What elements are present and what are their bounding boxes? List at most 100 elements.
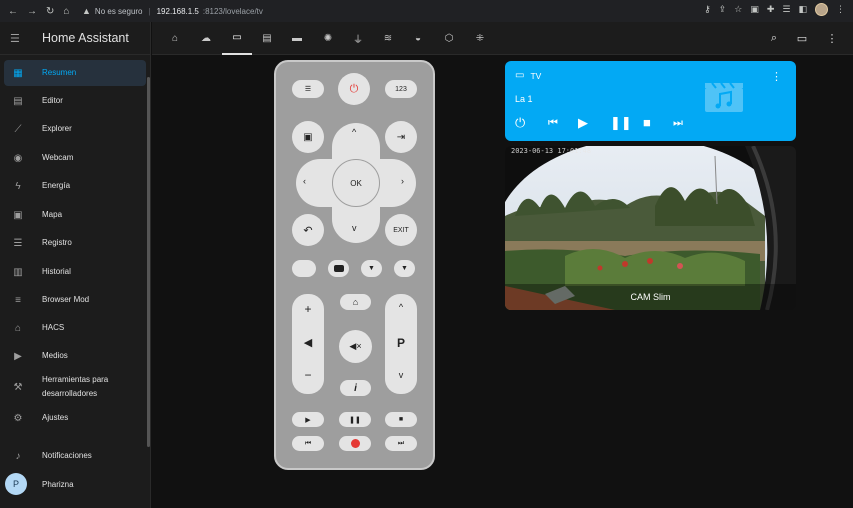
share-icon[interactable]: ⇪ [719,4,727,15]
translate-icon[interactable]: ▣ [750,4,759,15]
rewind-button[interactable]: ⏮ [292,436,324,451]
sidebar-item-browser-mod[interactable]: ≡ Browser Mod [4,287,146,313]
sidebar-item-ajustes[interactable]: ⚙ Ajustes [4,405,146,431]
sidebar-item-label: HACS [42,323,65,332]
tab-hexagon[interactable]: ⬡ [434,22,464,55]
tab-network[interactable]: ⁜ [465,22,495,55]
sidebar-item-explorer[interactable]: ⟋ Explorer [4,116,146,142]
forward-button[interactable]: ⏭ [385,436,417,451]
channel-up[interactable]: ^ [385,302,417,312]
mute-button[interactable]: ◀× [339,330,372,363]
power-button[interactable]: ⏻ [338,73,370,105]
tab-receiver[interactable]: ▬ [282,22,312,55]
sidebar-item-label: Historial [42,267,71,276]
media-header: ▭ TV [515,70,541,81]
media-more-icon[interactable]: ⋮ [771,70,782,83]
sidebar-user[interactable]: P Pharizna [5,473,74,495]
media-next-button[interactable]: ⏭ [673,117,683,130]
browser-chrome: ← → ↻ ⌂ ▲ No es seguro | 192.168.1.5:812… [0,0,853,22]
profile-avatar[interactable] [815,3,828,16]
avatar: P [5,473,27,495]
receiver-icon: ▬ [292,33,302,44]
rewind-icon: ⏮ [304,439,312,447]
media-stop-button[interactable]: ■ [643,115,651,130]
blank-button[interactable] [292,260,316,277]
app-button-1[interactable]: ▼ [361,260,382,277]
menu-list-button[interactable]: ☰ [292,80,324,98]
webcam-icon: ◉ [13,152,23,164]
address-bar[interactable]: ▲ No es seguro | 192.168.1.5:8123/lovela… [82,2,263,20]
volume-down[interactable]: − [292,368,324,382]
tab-projector[interactable]: ▤ [252,22,282,55]
overflow-menu-button[interactable]: ⋮ [822,22,842,55]
app-button-2[interactable]: ▼ [394,260,415,277]
tab-tv[interactable]: ▭ [222,22,252,55]
list-icon: ☰ [13,237,23,249]
ok-button[interactable]: OK [332,159,380,207]
sidepanel-icon[interactable]: ◧ [798,4,807,15]
tab-home[interactable]: ⌂ [160,22,190,55]
dpad-right[interactable]: › [401,176,404,186]
media-play-button[interactable]: ▶ [578,115,588,131]
dpad-up[interactable]: ^ [352,127,356,137]
back-icon[interactable]: ← [8,6,18,17]
play-button[interactable]: ▶ [292,412,324,427]
exit-button[interactable]: EXIT [385,214,417,246]
dpad-down[interactable]: v [352,223,357,233]
cup-icon: ▼ [401,265,408,272]
key-icon[interactable]: ⚷ [704,4,711,15]
sidebar-item-notificaciones[interactable]: ♪ Notificaciones [4,443,146,469]
sidebar-item-historial[interactable]: ▥ Historial [4,259,146,285]
sidebar-item-label: Energía [42,181,71,190]
youtube-button[interactable] [328,260,349,277]
search-button[interactable]: ⌕ [764,22,784,55]
pause-button[interactable]: ❚❚ [339,412,371,427]
record-button[interactable] [339,436,371,451]
browser-menu-icon[interactable]: ⋮ [836,4,845,15]
media-power-button[interactable]: ⏻ [515,115,525,131]
home-button[interactable]: ⌂ [340,294,371,310]
info-button[interactable]: i [340,380,371,396]
sidebar-item-energia[interactable]: ϟ Energía [4,173,146,199]
reading-list-icon[interactable]: ☰ [782,4,790,15]
channel-down[interactable]: v [385,370,417,380]
star-icon[interactable]: ☆ [734,4,742,15]
sidebar-scrollbar[interactable] [147,77,150,447]
remote-control: ☰ ⏻ 123 ▣ ⇥ ^ v ‹ › OK ↶ EXIT ▼ ▼ + ◀ − … [274,60,435,470]
camera-timestamp: 2023-06-13 17:01:48 [511,147,592,155]
sidebar-item-hacs[interactable]: ⌂ HACS [4,315,146,341]
home-browser-icon[interactable]: ⌂ [63,6,69,17]
forward-icon[interactable]: → [27,6,37,17]
cup-icon: ▼ [368,265,375,272]
sidebar-item-medios[interactable]: ▶ Medios [4,343,146,369]
fast-forward-icon: ⏭ [397,439,405,447]
stop-button[interactable]: ■ [385,412,417,427]
media-previous-button[interactable]: ⏮ [548,117,558,130]
reload-icon[interactable]: ↻ [46,6,54,17]
tab-docker[interactable]: ◒ [403,22,433,55]
sidebar-item-resumen[interactable]: ▦ Resumen [4,60,146,86]
sidebar-item-mapa[interactable]: ▣ Mapa [4,202,146,228]
volume-up[interactable]: + [292,302,324,316]
sidebar-item-label: Medios [42,351,68,360]
sidebar-item-label: Ajustes [42,413,69,422]
media-pause-button[interactable]: ❚❚ [610,115,632,131]
tab-cloud[interactable]: ☁ [191,22,221,55]
file-icon: ▤ [13,95,23,107]
camera-card[interactable]: 2023-06-13 17:01:48 CAM Slim [505,146,796,310]
tab-plug[interactable]: ⏚ [343,22,373,55]
puzzle-icon[interactable]: ✚ [767,4,775,15]
tab-pool[interactable]: ≋ [373,22,403,55]
menu-collapse-icon[interactable]: ☰ [10,32,32,45]
camera-caption-bar: CAM Slim [505,284,796,310]
sidebar-item-herramientas[interactable]: ⚒ Herramientas para desarrolladores [4,372,146,402]
tv-icon: ▭ [232,32,242,43]
dpad-left[interactable]: ‹ [303,176,306,186]
assist-button[interactable]: ▭ [792,22,812,55]
numbers-button[interactable]: 123 [385,80,417,98]
sidebar-item-webcam[interactable]: ◉ Webcam [4,145,146,171]
sidebar-item-editor[interactable]: ▤ Editor [4,88,146,114]
sidebar-item-registro[interactable]: ☰ Registro [4,230,146,256]
back-button[interactable]: ↶ [292,214,324,246]
tab-alarm[interactable]: ✺ [313,22,343,55]
